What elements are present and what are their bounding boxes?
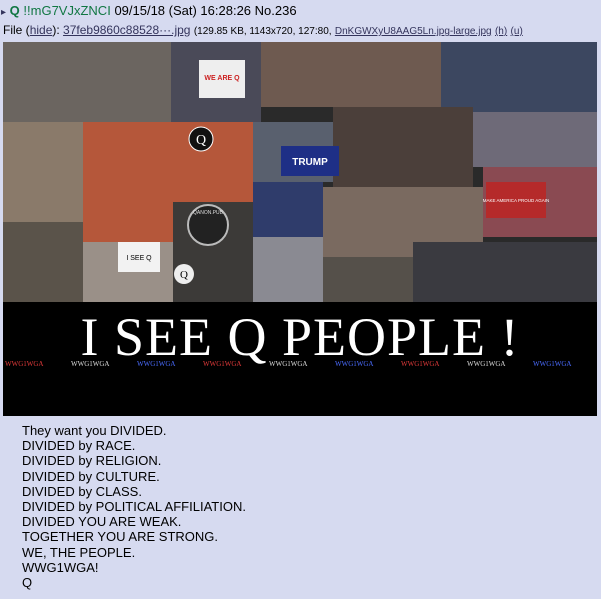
message-line: DIVIDED by RELIGION. [22, 453, 162, 469]
hashtag-label: WWG1WGA [71, 360, 110, 368]
hashtag-label: WWG1WGA [335, 360, 374, 368]
hash-search-link[interactable]: (h) [495, 26, 507, 37]
hashtag-label: WWG1WGA [5, 360, 44, 368]
sign-text: TRUMP [292, 157, 328, 168]
sign-text: WE ARE Q [204, 75, 240, 82]
message-line: They want you DIVIDED. [22, 423, 167, 438]
sign-text: MAKE AMERICA PROUD AGAIN [483, 198, 550, 203]
post-number-link[interactable]: No.236 [255, 3, 297, 18]
post-menu-arrow-icon[interactable]: ▸ [1, 7, 6, 18]
message-line: DIVIDED by CULTURE. [22, 468, 160, 484]
message-signature: Q [22, 575, 33, 591]
post-message: They want you DIVIDED. DIVIDED by RACE. … [22, 423, 582, 590]
photo-collage: WE ARE Q TRUMP Q I SEE Q MAKE AMERICA PR… [3, 42, 597, 302]
message-line: DIVIDED by CLASS. [22, 483, 142, 499]
hide-image-link[interactable]: hide [30, 23, 53, 37]
file-info-line: File (hide): 37feb9860c88528···.jpg (129… [3, 23, 523, 37]
sign-text: I SEE Q [126, 255, 152, 262]
post-header: ▸ Q !!mG7VJxZNCI 09/15/18 (Sat) 16:28:26… [0, 3, 601, 19]
hashtag-label: WWG1WGA [137, 360, 176, 368]
original-filename-link[interactable]: DnKGWXyU8AAG5Ln.jpg-large.jpg [335, 26, 492, 37]
sign-text: Q [196, 133, 206, 148]
post-date: 09/15/18 (Sat) 16:28:26 [114, 3, 252, 18]
file-size-info: (129.85 KB, 1143x720, 127:80, [193, 26, 332, 37]
hashtag-label: WWG1WGA [401, 360, 440, 368]
sign-text: QANON.PUB [193, 210, 224, 216]
upload-search-link[interactable]: (u) [511, 26, 523, 37]
hashtag-label: WWG1WGA [467, 360, 506, 368]
message-line: DIVIDED by POLITICAL AFFILIATION. [22, 499, 246, 515]
file-name-link[interactable]: 37feb9860c88528···.jpg [63, 23, 190, 37]
hashtag-label: WWG1WGA [203, 360, 242, 368]
message-line: WWG1WGA! [22, 559, 99, 575]
message-line: DIVIDED by RACE. [22, 438, 136, 454]
poster-tripcode: !!mG7VJxZNCI [23, 3, 111, 18]
sign-text: Q [180, 269, 188, 281]
hashtag-label: WWG1WGA [533, 360, 572, 368]
post-image[interactable]: WE ARE Q TRUMP Q I SEE Q MAKE AMERICA PR… [3, 42, 597, 416]
message-line: WE, THE PEOPLE. [22, 544, 136, 560]
file-label: File [3, 23, 23, 37]
poster-name: Q [9, 3, 20, 18]
hashtag-label: WWG1WGA [269, 360, 308, 368]
hashtag-row: WWG1WGA WWG1WGA WWG1WGA WWG1WGA WWG1WGA WWG1W… [3, 360, 597, 372]
message-line: DIVIDED YOU ARE WEAK. [22, 514, 182, 530]
message-line: TOGETHER YOU ARE STRONG. [22, 529, 218, 545]
